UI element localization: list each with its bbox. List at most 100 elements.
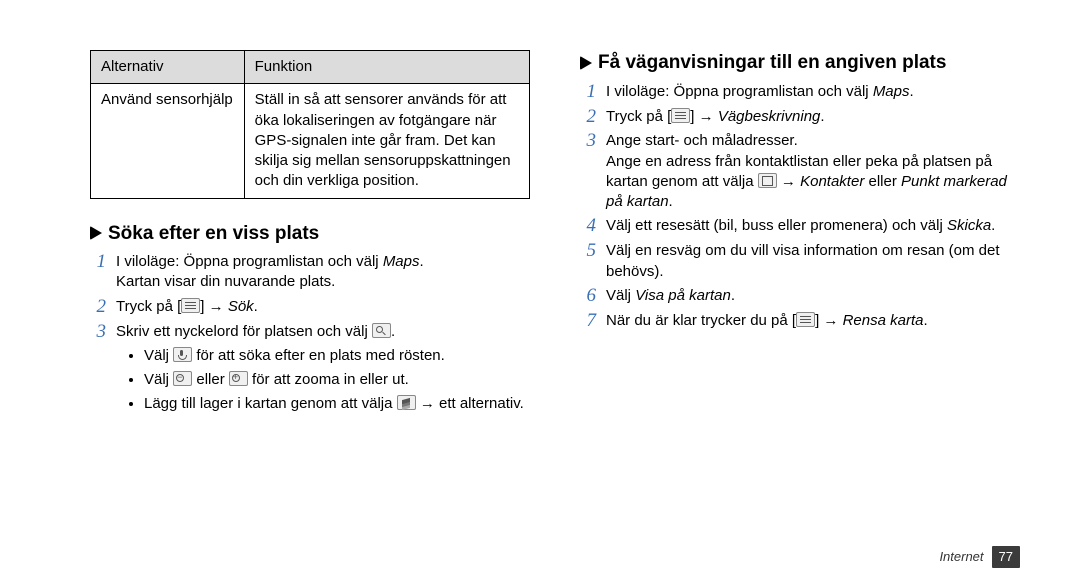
bullet1-b: för att söka efter en plats med rösten. — [192, 347, 445, 364]
right-column: Få väganvisningar till en angiven plats … — [580, 50, 1020, 423]
bullet3-a: Lägg till lager i kartan genom att välja — [144, 395, 397, 412]
r-step7-d: . — [923, 312, 927, 329]
chevron-icon — [580, 56, 592, 70]
table-cell-option: Använd sensorhjälp — [91, 84, 245, 198]
r-step6-b: Visa på kartan — [635, 287, 731, 304]
r-step1-maps: Maps — [873, 83, 910, 100]
step1-sub: Kartan visar din nuvarande plats. — [116, 272, 530, 292]
step-number: 4 — [580, 216, 596, 237]
bullet2-b: eller — [192, 371, 229, 388]
menu-icon — [671, 108, 690, 123]
left-column: Alternativ Funktion Använd sensorhjälp S… — [90, 50, 530, 423]
step-item: 5 Välj en resväg om du vill visa informa… — [580, 241, 1020, 282]
contacts-icon — [758, 173, 777, 188]
columns: Alternativ Funktion Använd sensorhjälp S… — [90, 50, 1020, 423]
r-step6-a: Välj — [606, 287, 635, 304]
step2-sok: Sök — [228, 298, 254, 315]
zoom-in-icon — [229, 371, 248, 386]
step2-text-a: Tryck på [ — [116, 298, 181, 315]
r-step4-b: Skicka — [947, 217, 991, 234]
r-step7-c: Rensa karta — [843, 312, 924, 329]
bullet-item: Lägg till lager i kartan genom att välja… — [144, 394, 530, 414]
step2-text-b: ] → — [200, 298, 228, 315]
mic-icon — [173, 347, 192, 362]
step-item: 6 Välj Visa på kartan. — [580, 286, 1020, 307]
r-step3: Ange start- och måladresser. — [606, 132, 798, 149]
step-item: 2 Tryck på [ ] → Sök. — [90, 297, 530, 318]
step1-text-a: I viloläge: Öppna programlistan och välj — [116, 253, 383, 270]
step-body: Ange start- och måladresser. Ange en adr… — [606, 131, 1020, 212]
heading-search-place-text: Söka efter en viss plats — [108, 221, 319, 247]
footer-section: Internet — [939, 548, 983, 566]
bullet-item: Välj för att söka efter en plats med rös… — [144, 346, 530, 366]
step-item: 7 När du är klar trycker du på [ ] → Rens… — [580, 311, 1020, 332]
r-step2-a: Tryck på [ — [606, 108, 671, 125]
heading-directions-text: Få väganvisningar till en angiven plats — [598, 50, 946, 76]
menu-icon — [796, 312, 815, 327]
r-step3-sub: Ange en adress från kontaktlistan eller … — [606, 152, 1020, 213]
layers-icon — [397, 395, 416, 410]
r-step3-sub-f: . — [669, 193, 673, 210]
step-item: 3 Skriv ett nyckelord för platsen och vä… — [90, 322, 530, 419]
step3-text-a: Skriv ett nyckelord för platsen och välj — [116, 323, 372, 340]
step2-text-d: . — [254, 298, 258, 315]
menu-icon — [181, 298, 200, 313]
step-item: 1 I viloläge: Öppna programlistan och vä… — [580, 82, 1020, 103]
page-footer: Internet 77 — [939, 546, 1020, 568]
step-body: Välj en resväg om du vill visa informati… — [606, 241, 1020, 282]
step3-text-b: . — [391, 323, 395, 340]
step-number: 5 — [580, 241, 596, 262]
steps-right: 1 I viloläge: Öppna programlistan och vä… — [580, 82, 1020, 332]
step-number: 6 — [580, 286, 596, 307]
options-table: Alternativ Funktion Använd sensorhjälp S… — [90, 50, 530, 199]
r-step6-c: . — [731, 287, 735, 304]
chevron-icon — [90, 226, 102, 240]
bullet3-b: → ett alternativ. — [416, 395, 524, 412]
step-body: När du är klar trycker du på [ ] → Rensa … — [606, 311, 1020, 331]
step-body: Skriv ett nyckelord för platsen och välj… — [116, 322, 530, 419]
table-row: Använd sensorhjälp Ställ in så att senso… — [91, 84, 530, 198]
step-number: 1 — [90, 252, 106, 273]
r-step1-a: I viloläge: Öppna programlistan och välj — [606, 83, 873, 100]
step-body: Välj Visa på kartan. — [606, 286, 1020, 306]
zoom-out-icon — [173, 371, 192, 386]
table-header-alternativ: Alternativ — [91, 51, 245, 84]
step-body: Tryck på [] → Vägbeskrivning. — [606, 107, 1020, 127]
table-cell-function: Ställ in så att sensorer används för att… — [244, 84, 529, 198]
bullet-list: Välj för att söka efter en plats med rös… — [116, 346, 530, 415]
step-body: Välj ett resesätt (bil, buss eller prome… — [606, 216, 1020, 236]
table-header-funktion: Funktion — [244, 51, 529, 84]
r-step1-c: . — [910, 83, 914, 100]
r-step3-sub-c: Kontakter — [800, 173, 864, 190]
search-icon — [372, 323, 391, 338]
bullet1-a: Välj — [144, 347, 173, 364]
step-item: 1 I viloläge: Öppna programlistan och vä… — [90, 252, 530, 293]
bullet2-a: Välj — [144, 371, 173, 388]
steps-left: 1 I viloläge: Öppna programlistan och vä… — [90, 252, 530, 418]
r-step2-d: . — [820, 108, 824, 125]
bullet2-c: för att zooma in eller ut. — [248, 371, 409, 388]
step-body: I viloläge: Öppna programlistan och välj… — [116, 252, 530, 293]
heading-search-place: Söka efter en viss plats — [90, 221, 530, 247]
step1-maps: Maps — [383, 253, 420, 270]
heading-directions: Få väganvisningar till en angiven plats — [580, 50, 1020, 76]
step-item: 2 Tryck på [] → Vägbeskrivning. — [580, 107, 1020, 128]
page-root: Alternativ Funktion Använd sensorhjälp S… — [0, 0, 1080, 586]
step-number: 3 — [90, 322, 106, 343]
step-item: 4 Välj ett resesätt (bil, buss eller pro… — [580, 216, 1020, 237]
footer-page-number: 77 — [992, 546, 1020, 568]
step-number: 7 — [580, 311, 596, 332]
r-step7-b: ] → — [815, 312, 843, 329]
table-header-row: Alternativ Funktion — [91, 51, 530, 84]
r-step3-sub-d: eller — [864, 173, 901, 190]
step1-text-c: . — [420, 253, 424, 270]
step-number: 1 — [580, 82, 596, 103]
step-number: 2 — [90, 297, 106, 318]
step-number: 2 — [580, 107, 596, 128]
step-item: 3 Ange start- och måladresser. Ange en a… — [580, 131, 1020, 212]
step-body: I viloläge: Öppna programlistan och välj… — [606, 82, 1020, 102]
r-step4-a: Välj ett resesätt (bil, buss eller prome… — [606, 217, 947, 234]
step-body: Tryck på [ ] → Sök. — [116, 297, 530, 317]
r-step7-a: När du är klar trycker du på [ — [606, 312, 796, 329]
r-step2-c: Vägbeskrivning — [718, 108, 821, 125]
